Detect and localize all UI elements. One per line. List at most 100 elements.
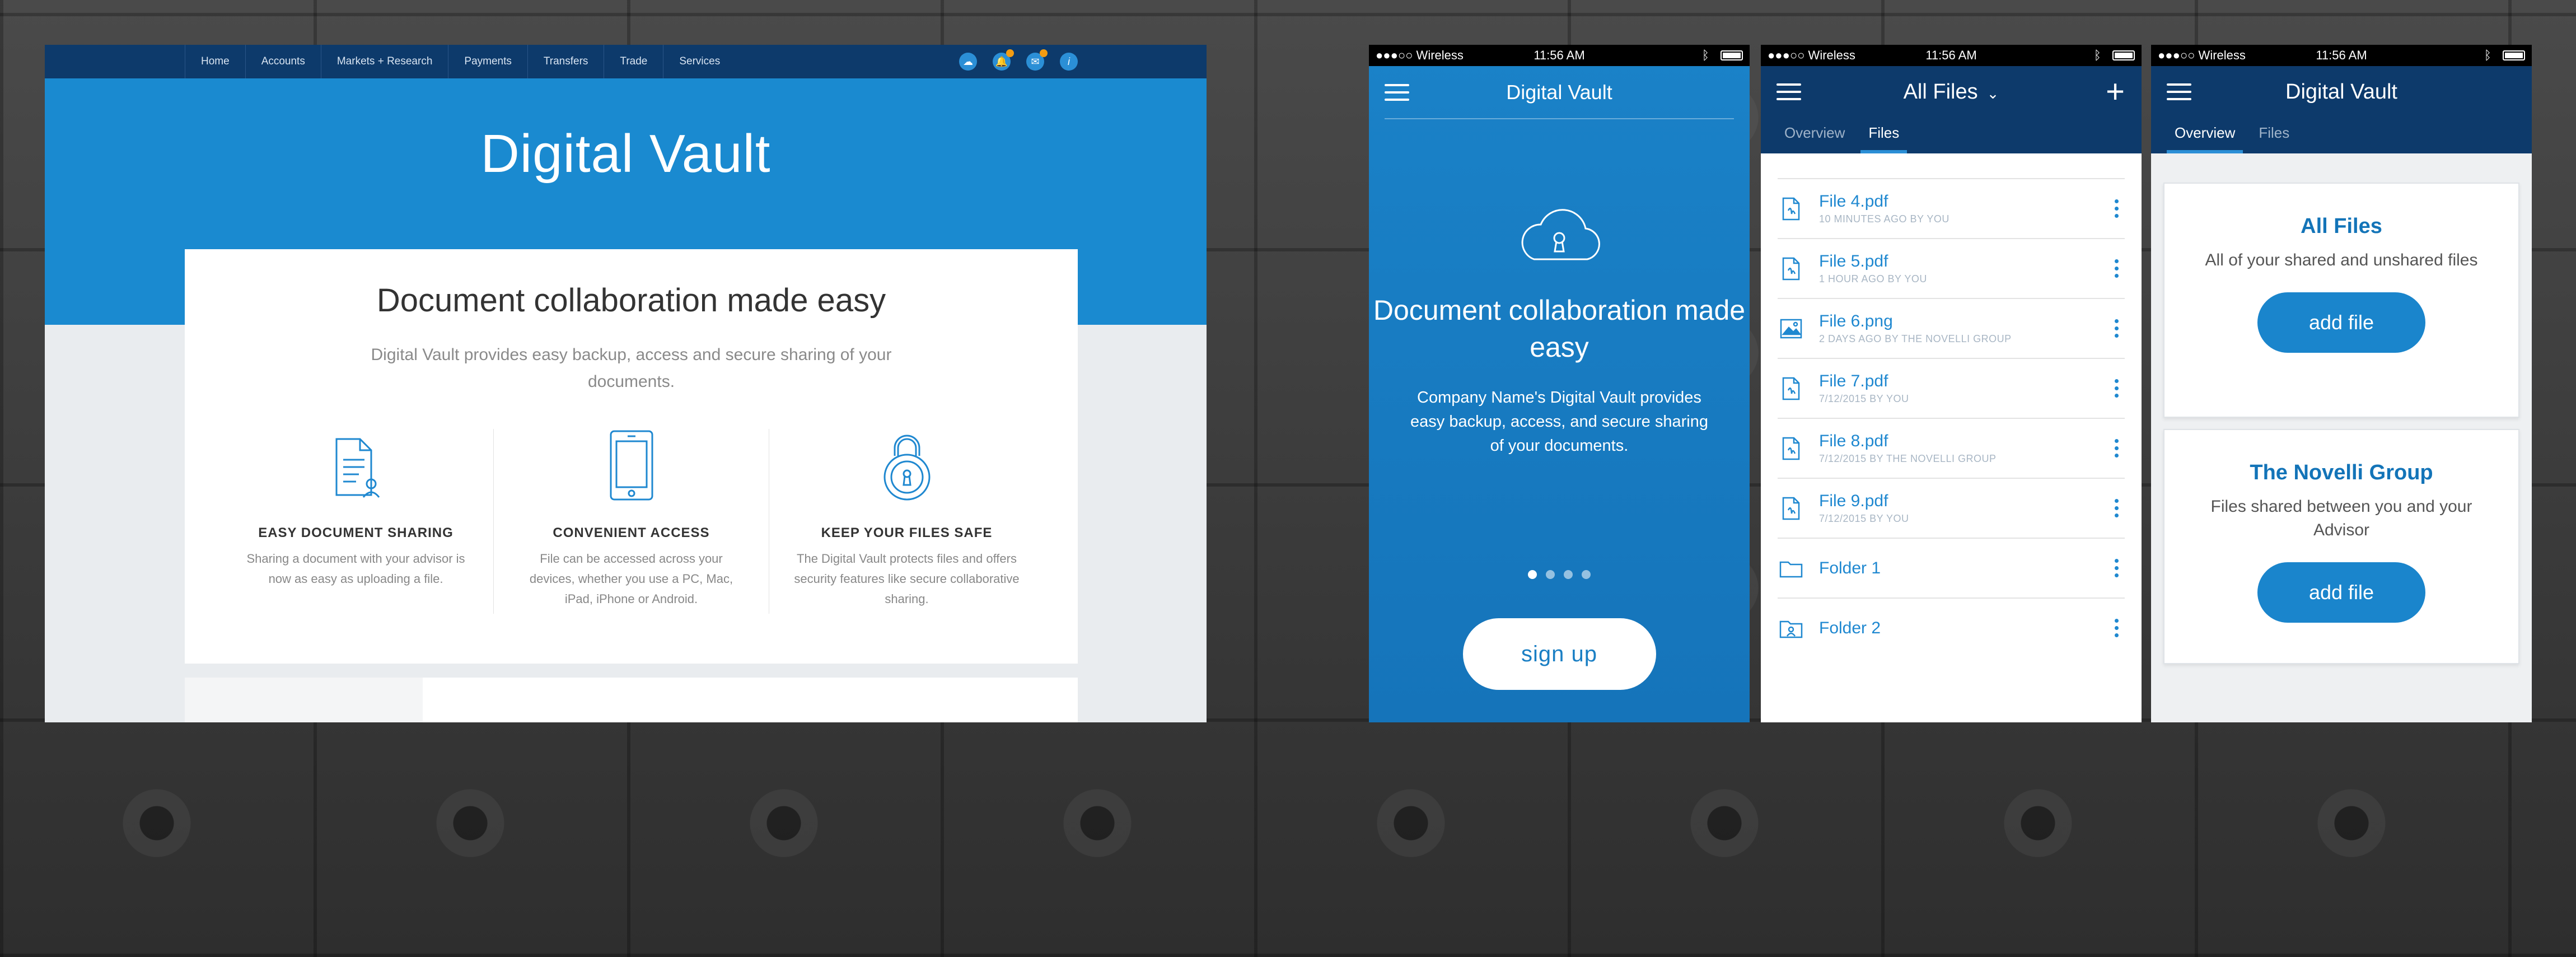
tab-files[interactable]: Files — [1860, 118, 1908, 153]
page-dot[interactable] — [1564, 570, 1573, 579]
nav-transfers[interactable]: Transfers — [527, 45, 604, 78]
more-options-icon[interactable] — [2108, 319, 2125, 338]
file-meta: 1 HOUR AGO BY YOU — [1819, 273, 1927, 284]
folder-selector[interactable]: All Files ⌄ — [1904, 80, 1999, 104]
file-meta: 7/12/2015 BY YOU — [1819, 513, 1909, 524]
file-meta: 7/12/2015 BY THE NOVELLI GROUP — [1819, 453, 1997, 464]
file-list: File 4.pdf 10 MINUTES AGO BY YOU File 5.pd… — [1761, 153, 2142, 657]
page-dot[interactable] — [1528, 570, 1537, 579]
nav-home[interactable]: Home — [185, 45, 245, 78]
file-row[interactable]: Folder 2 — [1778, 597, 2125, 657]
page-indicator[interactable] — [1369, 570, 1750, 579]
tablet-icon — [516, 429, 746, 502]
pdf-file-icon — [1778, 377, 1804, 400]
card-text: Files shared between you and your Adviso… — [2210, 497, 2472, 539]
clock: 11:56 AM — [1534, 48, 1585, 62]
tab-files[interactable]: Files — [2251, 118, 2297, 153]
feature-title: EASY DOCUMENT SHARING — [258, 525, 454, 540]
page-dot[interactable] — [1582, 570, 1591, 579]
file-row[interactable]: File 7.pdf 7/12/2015 BY YOU — [1778, 358, 2125, 418]
file-meta: 10 MINUTES AGO BY YOU — [1819, 213, 1949, 225]
more-options-icon[interactable] — [2108, 199, 2125, 218]
feature-text: File can be accessed across your devices… — [529, 552, 733, 606]
file-meta: 7/12/2015 BY YOU — [1819, 393, 1909, 404]
onboarding-heading: Document collaboration made easy — [1373, 295, 1746, 363]
card-text: All of your shared and unshared files — [2205, 251, 2478, 269]
tab-overview[interactable]: Overview — [1776, 118, 1853, 153]
document-share-icon — [241, 429, 471, 502]
page-dot[interactable] — [1546, 570, 1555, 579]
tab-bar: Overview Files — [2151, 118, 2532, 153]
folder-title: All Files — [1903, 80, 1978, 104]
clock: 11:56 AM — [1925, 48, 1977, 62]
file-name[interactable]: File 5.pdf — [1819, 252, 2108, 271]
file-row[interactable]: File 5.pdf 1 HOUR AGO BY YOU — [1778, 238, 2125, 298]
cloud-lock-icon — [1369, 203, 1750, 265]
more-options-icon[interactable] — [2108, 379, 2125, 398]
all-files-card: All Files All of your shared and unshare… — [2163, 183, 2519, 418]
file-name[interactable]: File 6.png — [1819, 312, 2108, 331]
file-row[interactable]: File 4.pdf 10 MINUTES AGO BY YOU — [1778, 178, 2125, 238]
file-name[interactable]: Folder 2 — [1819, 619, 2108, 638]
nav-payments[interactable]: Payments — [448, 45, 527, 78]
menu-icon[interactable] — [1776, 78, 1801, 105]
status-bar: ●●●○○ Wireless 11:56 AM ᛒ — [2151, 45, 2532, 66]
bell-icon[interactable]: 🔔 — [993, 49, 1014, 71]
shared-folder-icon — [1778, 618, 1804, 638]
card-title: The Novelli Group — [2250, 461, 2433, 484]
onboarding-body: Company Name's Digital Vault provides ea… — [1410, 389, 1708, 455]
feature-title: CONVENIENT ACCESS — [553, 525, 710, 540]
feature-easy-sharing: EASY DOCUMENT SHARING Sharing a document… — [218, 429, 494, 614]
app-title: Digital Vault — [1506, 80, 1612, 104]
menu-icon[interactable] — [2167, 78, 2191, 105]
file-name[interactable]: File 4.pdf — [1819, 192, 2108, 211]
more-options-icon[interactable] — [2108, 619, 2125, 637]
padlock-icon — [792, 429, 1022, 502]
feature-text: The Digital Vault protects files and off… — [794, 552, 1020, 606]
pdf-file-icon — [1778, 497, 1804, 520]
pdf-file-icon — [1778, 197, 1804, 221]
file-name[interactable]: File 7.pdf — [1819, 372, 2108, 391]
file-row[interactable]: File 9.pdf 7/12/2015 BY YOU — [1778, 478, 2125, 538]
feature-title: KEEP YOUR FILES SAFE — [821, 525, 993, 540]
file-row[interactable]: Folder 1 — [1778, 538, 2125, 597]
nav-trade[interactable]: Trade — [604, 45, 663, 78]
battery-icon — [2503, 50, 2525, 60]
menu-icon[interactable] — [1385, 79, 1409, 106]
phone-files-screen: ●●●○○ Wireless 11:56 AM ᛒ All Files ⌄ + O… — [1761, 45, 2142, 722]
file-name[interactable]: Folder 1 — [1819, 559, 2108, 578]
clock: 11:56 AM — [2316, 48, 2367, 62]
nav-markets-research[interactable]: Markets + Research — [320, 45, 448, 78]
file-row[interactable]: File 6.png 2 DAYS AGO BY THE NOVELLI GROU… — [1778, 298, 2125, 358]
intro-title: Document collaboration made easy — [376, 282, 886, 319]
feature-text: Sharing a document with your advisor is … — [246, 552, 465, 586]
more-options-icon[interactable] — [2108, 439, 2125, 458]
add-file-button[interactable]: add file — [2257, 292, 2425, 353]
top-nav: Home Accounts Markets + Research Payment… — [45, 45, 1207, 78]
nav-accounts[interactable]: Accounts — [245, 45, 321, 78]
app-header: All Files ⌄ + Overview Files — [1761, 66, 2142, 153]
app-header: Digital Vault Overview Files — [2151, 66, 2532, 153]
tab-bar: Overview Files — [1761, 118, 2142, 153]
mail-icon[interactable]: ✉ — [1026, 49, 1048, 71]
app-header: Digital Vault — [1385, 66, 1734, 119]
intro-card: Document collaboration made easy Digital… — [185, 249, 1078, 664]
intro-subtitle: Digital Vault provides easy backup, acce… — [371, 346, 892, 391]
pdf-file-icon — [1778, 437, 1804, 460]
more-options-icon[interactable] — [2108, 499, 2125, 517]
info-icon[interactable]: i — [1060, 53, 1078, 71]
file-row[interactable]: File 8.pdf 7/12/2015 BY THE NOVELLI GROUP — [1778, 418, 2125, 478]
file-name[interactable]: File 8.pdf — [1819, 432, 2108, 451]
add-file-button[interactable]: add file — [2257, 562, 2425, 623]
nav-services[interactable]: Services — [663, 45, 736, 78]
more-options-icon[interactable] — [2108, 559, 2125, 577]
desktop-screen: Home Accounts Markets + Research Payment… — [45, 45, 1207, 722]
cloud-icon[interactable]: ☁ — [959, 53, 977, 71]
sign-up-button[interactable]: sign up — [1462, 618, 1656, 690]
chevron-down-icon: ⌄ — [1986, 85, 1999, 102]
more-options-icon[interactable] — [2108, 259, 2125, 278]
add-icon[interactable]: + — [2106, 76, 2125, 108]
image-file-icon — [1778, 319, 1804, 339]
file-name[interactable]: File 9.pdf — [1819, 492, 2108, 511]
tab-overview[interactable]: Overview — [2167, 118, 2243, 153]
